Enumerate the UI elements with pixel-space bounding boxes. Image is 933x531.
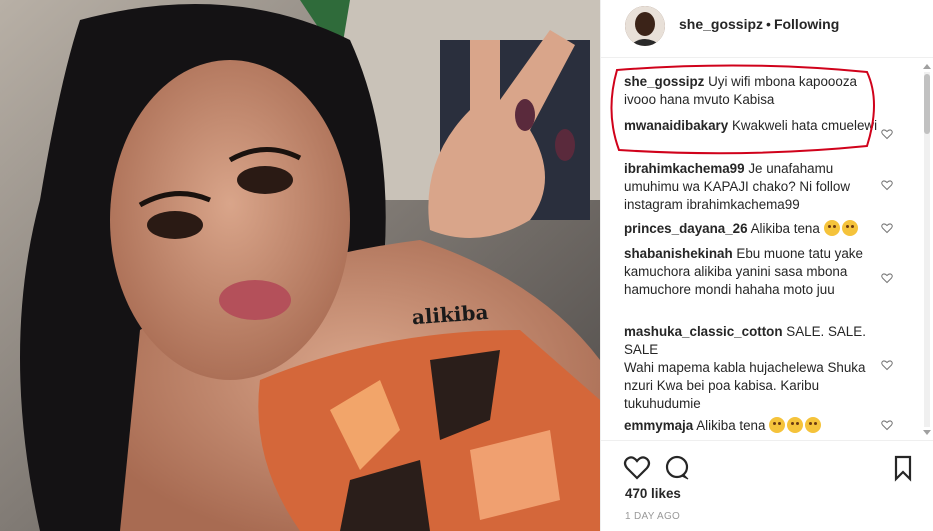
like-heart-icon[interactable]	[623, 454, 651, 482]
avatar-image	[625, 6, 665, 46]
comment-username[interactable]: shabanishekinah	[624, 246, 733, 261]
comment-username[interactable]: she_gossipz	[624, 74, 704, 89]
like-comment-heart-icon[interactable]	[881, 179, 895, 193]
comment-item: she_gossipz Uyi wifi mbona kapoooza ivoo…	[624, 73, 879, 109]
comment-text: Kwakweli hata cmuelewi	[731, 118, 878, 133]
comment-bubble-icon[interactable]	[663, 454, 691, 482]
comment-text: Alikiba tena	[750, 221, 820, 236]
post-photo[interactable]: alikiba	[0, 0, 600, 531]
laughing-face-emoji	[787, 417, 804, 433]
avatar[interactable]	[625, 6, 665, 46]
comment-item: emmymaja Alikiba tena	[624, 417, 886, 435]
comment-username[interactable]: mwanaidibakary	[624, 118, 728, 133]
comment-item: mwanaidibakary Kwakweli hata cmuelewi	[624, 117, 886, 135]
laughing-face-emoji	[769, 417, 786, 433]
comments-scrollbar[interactable]	[922, 62, 932, 437]
comment-username[interactable]: princes_dayana_26	[624, 221, 748, 236]
likes-count[interactable]: 470 likes	[625, 486, 681, 501]
like-comment-heart-icon[interactable]	[881, 359, 895, 373]
header-line: she_gossipz • Following	[679, 16, 839, 32]
comment-text: Alikiba tena	[696, 418, 766, 433]
comment-username[interactable]: emmymaja	[624, 418, 693, 433]
header-username[interactable]: she_gossipz	[679, 16, 763, 32]
thinking-face-emoji	[823, 220, 840, 236]
post-sidebar: she_gossipz • Following she_gossipz Uyi wi…	[600, 0, 933, 531]
comment-username[interactable]: ibrahimkachema99	[624, 161, 745, 176]
header-separator: •	[766, 16, 771, 32]
scroll-up-arrow-icon[interactable]	[923, 64, 931, 69]
comment-username[interactable]: mashuka_classic_cotton	[624, 324, 783, 339]
comment-item: ibrahimkachema99 Je unafahamu umuhimu wa…	[624, 160, 886, 214]
laughing-face-emoji	[805, 417, 822, 433]
following-button[interactable]: Following	[774, 16, 839, 32]
like-comment-heart-icon[interactable]	[881, 272, 895, 286]
thinking-face-emoji	[841, 220, 858, 236]
scroll-down-arrow-icon[interactable]	[923, 430, 931, 435]
like-comment-heart-icon[interactable]	[881, 128, 895, 142]
comments-list[interactable]: she_gossipz Uyi wifi mbona kapoooza ivoo…	[601, 59, 933, 439]
post-actions	[601, 440, 933, 482]
bookmark-icon[interactable]	[889, 454, 917, 482]
comment-item: shabanishekinah Ebu muone tatu yake kamu…	[624, 245, 886, 299]
like-comment-heart-icon[interactable]	[881, 419, 895, 433]
post-date[interactable]: 1 DAY AGO	[625, 511, 680, 522]
comment-item: princes_dayana_26 Alikiba tena	[624, 220, 886, 238]
like-comment-heart-icon[interactable]	[881, 222, 895, 236]
comment-text-continued: Wahi mapema kabla hujachelewa Shuka nzur…	[624, 360, 866, 411]
scrollbar-thumb[interactable]	[924, 74, 930, 134]
selfie-image: alikiba	[0, 0, 600, 531]
post-header: she_gossipz • Following	[601, 0, 933, 58]
comment-item: mashuka_classic_cotton SALE. SALE. SALE …	[624, 323, 886, 413]
